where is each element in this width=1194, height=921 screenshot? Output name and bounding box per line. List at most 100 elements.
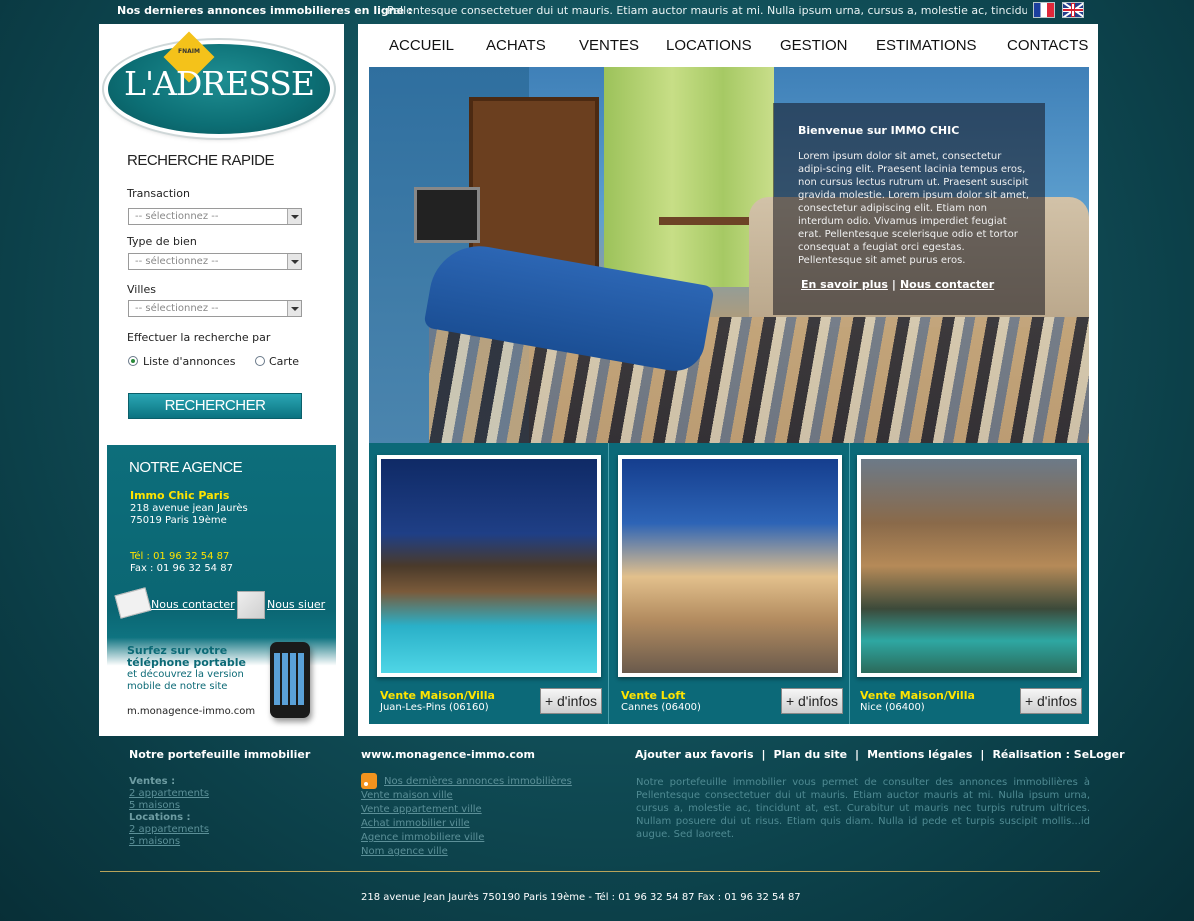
- agency-fax: Fax : 01 96 32 54 87: [130, 563, 233, 574]
- footer-site-link[interactable]: Achat immobilier ville: [361, 818, 470, 829]
- agency-box: NOTRE AGENCE Immo Chic Paris 218 avenue …: [107, 445, 336, 728]
- envelope-icon[interactable]: [114, 587, 152, 619]
- nav-achats[interactable]: ACHATS: [486, 37, 546, 54]
- hero-body: Lorem ipsum dolor sit amet, consectetur …: [798, 151, 1030, 266]
- ventes-houses-link[interactable]: 5 maisons: [129, 800, 180, 811]
- more-info-button[interactable]: + d'infos: [540, 688, 602, 714]
- mobile-title-line-2: téléphone portable: [127, 656, 246, 669]
- villes-select[interactable]: -- sélectionnez --: [128, 300, 302, 317]
- locations-apartments-link[interactable]: 2 appartements: [129, 824, 209, 835]
- map-icon[interactable]: [237, 591, 265, 619]
- hero-title: Bienvenue sur IMMO CHIC: [798, 124, 960, 137]
- footer-address: 218 avenue Jean Jaurès 750190 Paris 19èm…: [361, 892, 801, 903]
- listing-location: Nice (06400): [860, 702, 925, 713]
- listing-photo[interactable]: [377, 455, 601, 677]
- portfolio-title: Notre portefeuille immobilier: [129, 748, 311, 761]
- footer-site-link[interactable]: Nom agence ville: [361, 846, 448, 857]
- listing-photo[interactable]: [857, 455, 1081, 677]
- radio-map-label[interactable]: Carte: [269, 355, 299, 368]
- hero-link-separator: |: [891, 278, 896, 291]
- villes-select-value: -- sélectionnez --: [135, 303, 219, 314]
- listing-title[interactable]: Vente Maison/Villa: [380, 689, 495, 702]
- agency-name: Immo Chic Paris: [130, 489, 230, 502]
- listing-card[interactable]: Vente Maison/Villa Juan-Les-Pins (06160)…: [369, 443, 609, 724]
- credits-link[interactable]: Réalisation : SeLoger: [992, 748, 1124, 761]
- transaction-select-value: -- sélectionnez --: [135, 211, 219, 222]
- mobile-text-line-2: mobile de notre site: [127, 681, 228, 692]
- agency-tel: Tél : 01 96 32 54 87: [130, 551, 230, 562]
- listing-cards: Vente Maison/Villa Juan-Les-Pins (06160)…: [369, 443, 1089, 724]
- villes-label: Villes: [127, 283, 156, 296]
- about-text: Notre portefeuille immobilier vous perme…: [636, 777, 1090, 840]
- nav-accueil[interactable]: ACCUEIL: [389, 37, 454, 54]
- listing-title[interactable]: Vente Maison/Villa: [860, 689, 975, 702]
- hero-banner: Bienvenue sur IMMO CHIC Lorem ipsum dolo…: [369, 67, 1089, 443]
- transaction-label: Transaction: [127, 187, 190, 200]
- left-sidebar: FNAIM L'ADRESSE RECHERCHE RAPIDE Transac…: [99, 24, 344, 736]
- listing-location: Cannes (06400): [621, 702, 701, 713]
- chevron-down-icon[interactable]: [287, 254, 301, 269]
- hero-tv: [414, 187, 480, 243]
- legal-link[interactable]: Mentions légales: [867, 748, 972, 761]
- mobile-title: Surfez sur votre téléphone portable: [127, 645, 246, 669]
- listing-location: Juan-Les-Pins (06160): [380, 702, 489, 713]
- listing-card[interactable]: Vente Maison/Villa Nice (06400) + d'info…: [849, 443, 1088, 724]
- footer-divider: [100, 871, 1100, 872]
- type-label: Type de bien: [127, 235, 197, 248]
- smartphone-icon[interactable]: [270, 642, 310, 718]
- listing-title[interactable]: Vente Loft: [621, 689, 685, 702]
- ventes-label: Ventes :: [129, 776, 176, 787]
- agency-title: NOTRE AGENCE: [129, 459, 243, 476]
- mobile-text-line-1: et découvrez la version: [127, 669, 244, 680]
- footer-site-link[interactable]: Vente maison ville: [361, 790, 453, 801]
- footer-site-link[interactable]: Nos dernières annonces immobilières: [384, 776, 572, 787]
- more-info-button[interactable]: + d'infos: [1020, 688, 1082, 714]
- mobile-text: et découvrez la version mobile de notre …: [127, 669, 244, 693]
- agency-address-1: 218 avenue jean Jaurès: [130, 503, 248, 514]
- nav-contacts[interactable]: CONTACTS: [1007, 37, 1088, 54]
- site-url-title[interactable]: www.monagence-immo.com: [361, 748, 535, 761]
- favorites-link[interactable]: Ajouter aux favoris: [635, 748, 754, 761]
- nav-locations[interactable]: LOCATIONS: [666, 37, 752, 54]
- uk-flag-icon[interactable]: [1062, 2, 1084, 18]
- sitemap-link[interactable]: Plan du site: [774, 748, 848, 761]
- search-button[interactable]: RECHERCHER: [128, 393, 302, 419]
- logo-badge: FNAIM: [178, 48, 200, 55]
- ventes-apartments-link[interactable]: 2 appartements: [129, 788, 209, 799]
- more-info-button[interactable]: + d'infos: [781, 688, 843, 714]
- radio-map[interactable]: [255, 356, 265, 366]
- chevron-down-icon[interactable]: [287, 209, 301, 224]
- news-ticker: Nos dernieres annonces immobilieres en l…: [0, 0, 1194, 22]
- learn-more-link[interactable]: En savoir plus: [801, 278, 888, 291]
- hero-welcome-box: Bienvenue sur IMMO CHIC Lorem ipsum dolo…: [773, 103, 1045, 315]
- nav-gestion[interactable]: GESTION: [780, 37, 848, 54]
- listing-photo[interactable]: [618, 455, 842, 677]
- chevron-down-icon[interactable]: [287, 301, 301, 316]
- search-title: RECHERCHE RAPIDE: [127, 152, 275, 169]
- nav-ventes[interactable]: VENTES: [579, 37, 639, 54]
- mobile-url[interactable]: m.monagence-immo.com: [127, 706, 255, 717]
- agency-address-2: 75019 Paris 19ème: [130, 515, 227, 526]
- site-logo[interactable]: FNAIM L'ADRESSE: [108, 31, 333, 134]
- radio-list-label[interactable]: Liste d'annonces: [143, 355, 235, 368]
- footer-nav: Ajouter aux favoris | Plan du site | Mention…: [635, 748, 1125, 761]
- type-select-value: -- sélectionnez --: [135, 256, 219, 267]
- nav-estimations[interactable]: ESTIMATIONS: [876, 37, 977, 54]
- main-nav: ACCUEIL ACHATS VENTES LOCATIONS GESTION …: [358, 24, 1098, 67]
- transaction-select[interactable]: -- sélectionnez --: [128, 208, 302, 225]
- search-mode-label: Effectuer la recherche par: [127, 331, 271, 344]
- locate-link[interactable]: Nous siuer: [267, 598, 325, 611]
- contact-link[interactable]: Nous contacter: [151, 598, 235, 611]
- locations-houses-link[interactable]: 5 maisons: [129, 836, 180, 847]
- ticker-text[interactable]: Pellentesque consectetuer dui ut mauris.…: [387, 4, 1027, 17]
- footer-site-link[interactable]: Vente appartement ville: [361, 804, 482, 815]
- radio-list[interactable]: [128, 356, 138, 366]
- type-select[interactable]: -- sélectionnez --: [128, 253, 302, 270]
- hero-contact-link[interactable]: Nous contacter: [900, 278, 994, 291]
- listing-card[interactable]: Vente Loft Cannes (06400) + d'infos: [610, 443, 850, 724]
- hero-links: En savoir plus | Nous contacter: [801, 278, 994, 291]
- logo-text: L'ADRESSE: [124, 64, 315, 103]
- footer-site-link[interactable]: Agence immobiliere ville: [361, 832, 484, 843]
- rss-icon[interactable]: [361, 773, 377, 789]
- fr-flag-icon[interactable]: [1033, 2, 1055, 18]
